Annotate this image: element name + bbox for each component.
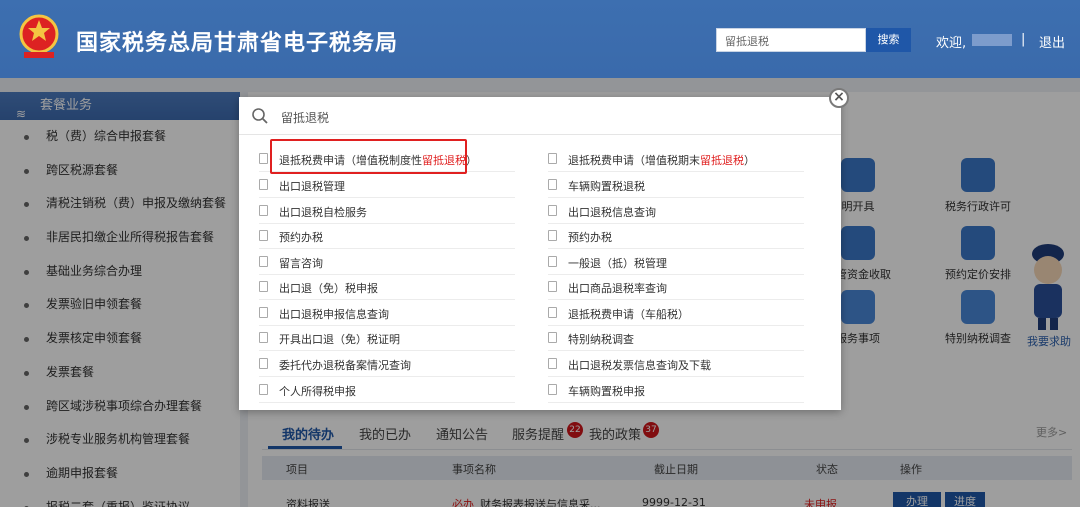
result-item[interactable]: 开具出口退（免）税证明 bbox=[259, 325, 515, 351]
top-header: 国家税务总局甘肃省电子税务局 留抵退税 搜索 欢迎, | 退出 bbox=[0, 0, 1080, 78]
result-item[interactable]: 出口退税自检服务 bbox=[259, 198, 515, 224]
result-item[interactable]: 出口退税信息查询 bbox=[548, 198, 804, 224]
header-search-input[interactable]: 留抵退税 bbox=[716, 28, 866, 52]
close-icon[interactable]: × bbox=[829, 88, 849, 108]
site-title: 国家税务总局甘肃省电子税务局 bbox=[76, 31, 399, 56]
document-icon bbox=[548, 307, 557, 318]
logout-link[interactable]: 退出 bbox=[1039, 32, 1065, 51]
tax-emblem-icon bbox=[19, 14, 59, 58]
document-icon bbox=[259, 179, 268, 190]
document-icon bbox=[259, 307, 268, 318]
result-item[interactable]: 出口退税发票信息查询及下载 bbox=[548, 351, 804, 377]
document-icon bbox=[548, 179, 557, 190]
result-item[interactable]: 出口商品退税率查询 bbox=[548, 274, 804, 300]
result-item[interactable]: 出口退税管理 bbox=[259, 172, 515, 198]
document-icon bbox=[548, 358, 557, 369]
header-separator: | bbox=[1021, 32, 1026, 47]
document-icon bbox=[548, 153, 557, 164]
result-item[interactable]: 车辆购置税申报 bbox=[548, 377, 804, 403]
document-icon bbox=[259, 153, 268, 164]
header-search-button[interactable]: 搜索 bbox=[866, 28, 911, 52]
welcome-text: 欢迎, bbox=[936, 36, 967, 51]
result-item[interactable]: 出口退税申报信息查询 bbox=[259, 300, 515, 326]
result-item[interactable]: 出口退（免）税申报 bbox=[259, 274, 515, 300]
document-icon bbox=[259, 256, 268, 267]
document-icon bbox=[259, 384, 268, 395]
popup-search-bar[interactable]: 留抵退税 bbox=[239, 97, 841, 135]
document-icon bbox=[548, 230, 557, 241]
popup-search-query[interactable]: 留抵退税 bbox=[281, 109, 329, 126]
result-item[interactable]: 车辆购置税退税 bbox=[548, 172, 804, 198]
result-item[interactable]: 退抵税费申请（车船税） bbox=[548, 300, 804, 326]
masked-username bbox=[972, 34, 1012, 46]
result-item[interactable]: 特别纳税调查 bbox=[548, 325, 804, 351]
result-item[interactable]: 委托代办退税备案情况查询 bbox=[259, 351, 515, 377]
document-icon bbox=[259, 281, 268, 292]
document-icon bbox=[259, 332, 268, 343]
result-item[interactable]: 留言咨询 bbox=[259, 249, 515, 275]
document-icon bbox=[259, 205, 268, 216]
result-item[interactable]: 预约办税 bbox=[548, 223, 804, 249]
highlight-annotation-box bbox=[270, 139, 467, 174]
document-icon bbox=[548, 384, 557, 395]
document-icon bbox=[259, 358, 268, 369]
result-item[interactable]: 退抵税费申请（增值税期末留抵退税） bbox=[548, 146, 804, 172]
document-icon bbox=[259, 230, 268, 241]
document-icon bbox=[548, 281, 557, 292]
result-item[interactable]: 一般退（抵）税管理 bbox=[548, 249, 804, 275]
result-item[interactable]: 个人所得税申报 bbox=[259, 377, 515, 403]
document-icon bbox=[548, 332, 557, 343]
document-icon bbox=[548, 256, 557, 267]
result-item[interactable]: 预约办税 bbox=[259, 223, 515, 249]
search-icon bbox=[252, 108, 268, 124]
document-icon bbox=[548, 205, 557, 216]
